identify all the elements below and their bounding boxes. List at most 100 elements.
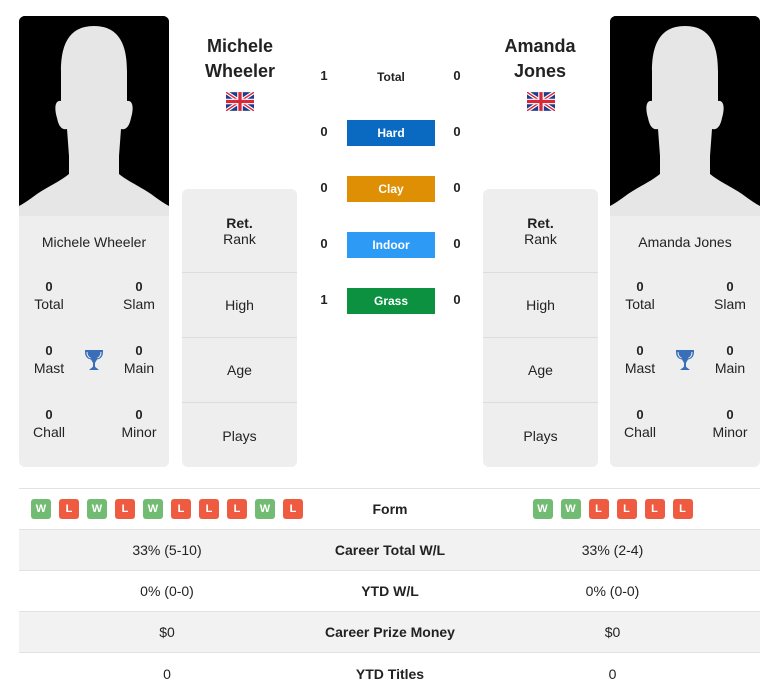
form-loss-badge[interactable]: L bbox=[59, 499, 79, 519]
player2-surface-wins: 0 bbox=[453, 124, 461, 139]
rank-label: Rank bbox=[524, 230, 557, 247]
stat-label: Main bbox=[714, 360, 746, 376]
player1-form: WLWLWLLLWL bbox=[19, 499, 315, 519]
form-row: WLWLWLLLWL Form WWLLLL bbox=[19, 489, 760, 530]
player1-surface-wins: 0 bbox=[320, 124, 328, 139]
player1-plays: Plays bbox=[182, 403, 297, 467]
h2h-row-clay: 0 Clay 0 bbox=[305, 176, 475, 202]
player2-card-name[interactable]: Amanda Jones bbox=[610, 234, 760, 250]
rank-value: Ret. bbox=[527, 214, 554, 231]
uk-flag-icon bbox=[527, 92, 555, 111]
stat-value: 0 bbox=[636, 407, 644, 422]
h2h-row-total: 1 Total 0 bbox=[305, 64, 475, 90]
player2-minor-titles: 0 Minor bbox=[700, 407, 760, 441]
form-label: Form bbox=[372, 501, 408, 517]
stat-label: Slam bbox=[123, 296, 155, 312]
form-loss-badge[interactable]: L bbox=[115, 499, 135, 519]
player2-form-badges: WWLLLL bbox=[465, 499, 760, 519]
player2-last-name: Jones bbox=[513, 61, 567, 81]
stat-value: 0 bbox=[135, 279, 143, 294]
form-loss-badge[interactable]: L bbox=[199, 499, 219, 519]
form-loss-badge[interactable]: L bbox=[171, 499, 191, 519]
player1-surface-wins: 1 bbox=[320, 292, 328, 307]
player2-card: Amanda Jones 0 Total 0 Slam 0 Mast 0 Mai… bbox=[610, 16, 760, 467]
player2-main-titles: 0 Main bbox=[700, 343, 760, 377]
player2-value: $0 bbox=[604, 624, 621, 640]
surface-label-total: Total bbox=[377, 70, 405, 84]
surface-label-grass: Grass bbox=[347, 288, 435, 314]
form-win-badge[interactable]: W bbox=[87, 499, 107, 519]
stat-label: Total bbox=[625, 296, 655, 312]
player1-value: 0 bbox=[163, 665, 171, 682]
player1-main-titles: 0 Main bbox=[109, 343, 169, 377]
player1-minor-titles: 0 Minor bbox=[109, 407, 169, 441]
form-loss-badge[interactable]: L bbox=[227, 499, 247, 519]
player1-info-panel: Ret. Rank High Age Plays bbox=[182, 189, 297, 467]
surface-label-clay: Clay bbox=[347, 176, 435, 202]
form-win-badge[interactable]: W bbox=[560, 499, 581, 519]
form-win-badge[interactable]: W bbox=[255, 499, 275, 519]
age-label: Age bbox=[528, 362, 553, 378]
player2-value: 0% (0-0) bbox=[585, 583, 640, 599]
h2h-row-grass: 1 Grass 0 bbox=[305, 288, 475, 314]
player1-card: Michele Wheeler 0 Total 0 Slam 0 Mast 0 … bbox=[19, 16, 169, 467]
player2-surface-wins: 0 bbox=[453, 180, 461, 195]
player2-age: Age bbox=[483, 338, 598, 403]
form-loss-badge[interactable]: L bbox=[672, 499, 693, 519]
form-win-badge[interactable]: W bbox=[31, 499, 51, 519]
surface-label-hard: Hard bbox=[347, 120, 435, 146]
player1-total-titles: 0 Total bbox=[19, 279, 79, 313]
stat-label: Slam bbox=[714, 296, 746, 312]
player2-form: WWLLLL bbox=[465, 499, 760, 519]
table-row: 0% (0-0) YTD W/L 0% (0-0) bbox=[19, 571, 760, 612]
rank-label: Rank bbox=[223, 230, 256, 247]
comparison-table: WLWLWLLLWL Form WWLLLL 33% (5-10) Career… bbox=[19, 488, 760, 694]
stat-label: Chall bbox=[624, 424, 656, 440]
player1-first-name: Michele bbox=[206, 36, 274, 56]
table-row: 0 YTD Titles 0 bbox=[19, 653, 760, 694]
player1-value: $0 bbox=[159, 624, 175, 640]
player2-high: High bbox=[483, 273, 598, 338]
row-label: YTD W/L bbox=[361, 583, 419, 599]
surface-label-indoor: Indoor bbox=[347, 232, 435, 258]
form-loss-badge[interactable]: L bbox=[644, 499, 665, 519]
form-loss-badge[interactable]: L bbox=[283, 499, 303, 519]
player1-last-name: Wheeler bbox=[204, 61, 276, 81]
player2-surface-wins: 0 bbox=[453, 68, 461, 83]
player1-surface-wins: 1 bbox=[320, 68, 328, 83]
table-row: $0 Career Prize Money $0 bbox=[19, 612, 760, 653]
high-label: High bbox=[526, 297, 555, 313]
player1-form-badges: WLWLWLLLWL bbox=[19, 499, 315, 519]
player1-rank: Ret. Rank bbox=[182, 189, 297, 273]
player1-card-name[interactable]: Michele Wheeler bbox=[19, 234, 169, 250]
player1-high: High bbox=[182, 273, 297, 338]
player1-name-heading[interactable]: Michele Wheeler bbox=[180, 34, 300, 84]
trophy-icon bbox=[676, 350, 694, 370]
form-loss-badge[interactable]: L bbox=[588, 499, 609, 519]
row-label: Career Total W/L bbox=[334, 542, 446, 558]
player1-mast-titles: 0 Mast bbox=[19, 343, 79, 377]
player1-value: 33% (5-10) bbox=[132, 542, 202, 558]
player2-photo[interactable] bbox=[610, 16, 760, 216]
player2-surface-wins: 0 bbox=[453, 236, 461, 251]
rank-value: Ret. bbox=[226, 214, 253, 231]
form-win-badge[interactable]: W bbox=[532, 499, 553, 519]
player2-mast-titles: 0 Mast bbox=[610, 343, 670, 377]
stat-label: Minor bbox=[121, 424, 157, 440]
high-label: High bbox=[225, 297, 254, 313]
player1-photo[interactable] bbox=[19, 16, 169, 216]
form-loss-badge[interactable]: L bbox=[616, 499, 637, 519]
table-row: 33% (5-10) Career Total W/L 33% (2-4) bbox=[19, 530, 760, 571]
player2-total-titles: 0 Total bbox=[610, 279, 670, 313]
form-win-badge[interactable]: W bbox=[143, 499, 163, 519]
stat-label: Chall bbox=[33, 424, 65, 440]
stat-label: Mast bbox=[624, 360, 656, 376]
player2-slam-titles: 0 Slam bbox=[700, 279, 760, 313]
stat-value: 0 bbox=[636, 343, 644, 358]
age-label: Age bbox=[227, 362, 252, 378]
stat-value: 0 bbox=[135, 343, 143, 358]
plays-label: Plays bbox=[523, 427, 558, 444]
player2-name-heading[interactable]: Amanda Jones bbox=[480, 34, 600, 84]
player2-value: 0 bbox=[608, 665, 617, 682]
stat-value: 0 bbox=[45, 343, 53, 358]
